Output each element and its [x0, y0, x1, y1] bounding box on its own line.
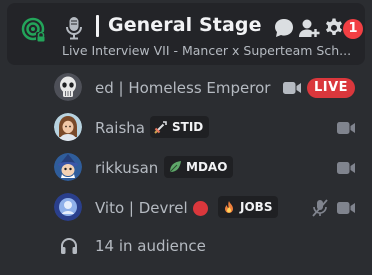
server-tag: JOBS: [218, 196, 279, 218]
speaker-row[interactable]: Vito | Devrel JOBS: [0, 192, 372, 224]
server-tag-label: STID: [172, 120, 204, 134]
avatar: [54, 153, 82, 181]
audience-count: 14 in audience: [95, 237, 206, 255]
server-tag-label: MDAO: [186, 160, 228, 174]
gear-icon[interactable]: [323, 17, 345, 39]
speaker-name: ed | Homeless Emperor: [95, 79, 271, 97]
headphones-icon: [61, 238, 77, 254]
server-tag: STID: [150, 116, 210, 138]
sword-icon: [154, 121, 167, 134]
stage-channel-icon: [21, 17, 46, 42]
video-camera-icon: [283, 82, 301, 94]
video-camera-icon: [337, 162, 355, 174]
avatar: [54, 193, 82, 221]
chat-bubble-icon[interactable]: [273, 17, 295, 39]
audience-row[interactable]: 14 in audience: [0, 232, 372, 260]
server-tag-label: JOBS: [240, 200, 273, 214]
stage-topic: Live Interview VII - Mancer x Superteam …: [62, 43, 352, 58]
add-speaker-icon[interactable]: [298, 17, 320, 39]
speaker-row[interactable]: ed | Homeless Emperor LIVE: [0, 72, 372, 104]
speaker-name: rikkusan: [95, 159, 159, 177]
server-tag: MDAO: [164, 156, 234, 178]
speaker-row[interactable]: Raisha STID: [0, 112, 372, 144]
speaker-name: Raisha: [95, 119, 145, 137]
video-camera-icon: [337, 122, 355, 134]
stage-header: General Stage 1 Live Interview VII - Man…: [7, 3, 365, 65]
speaker-name: Vito | Devrel: [95, 199, 188, 217]
notification-badge: 1: [343, 19, 363, 39]
avatar: [54, 113, 82, 141]
avatar: [54, 73, 82, 101]
leaf-icon: [169, 161, 181, 173]
speaking-indicator-icon: [193, 201, 208, 216]
video-camera-icon: [337, 202, 355, 214]
muted-microphone-icon: [312, 199, 328, 217]
title-divider: [96, 15, 99, 37]
live-badge: LIVE: [307, 78, 355, 98]
speaker-row[interactable]: rikkusan MDAO: [0, 152, 372, 184]
microphone-icon: [66, 17, 82, 40]
fire-icon: [225, 201, 233, 213]
stage-title: General Stage: [108, 14, 262, 36]
